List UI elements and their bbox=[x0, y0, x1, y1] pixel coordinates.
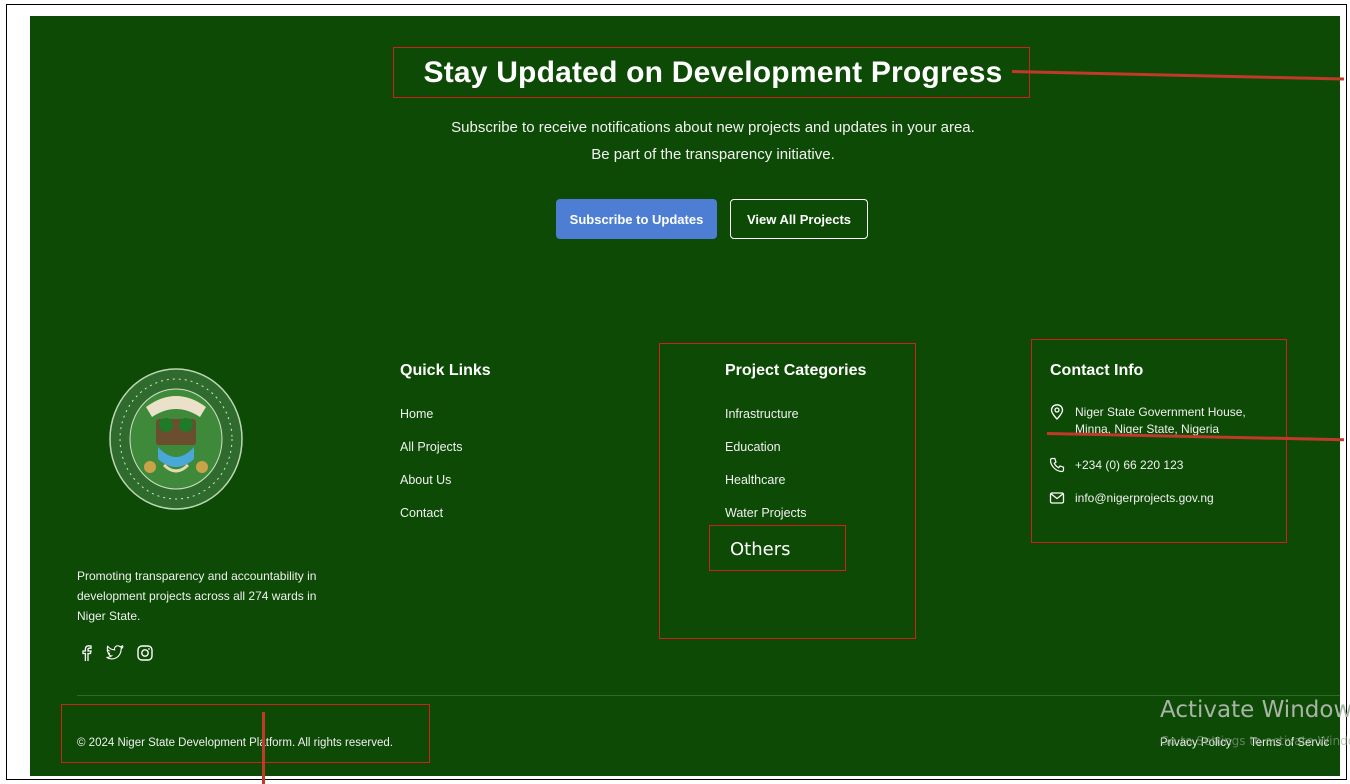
activate-windows-subtitle: Go to Settings to activate Windows. bbox=[1160, 734, 1350, 748]
facebook-icon[interactable] bbox=[78, 644, 96, 662]
hero-subtitle: Subscribe to receive notifications about… bbox=[300, 114, 1126, 168]
quick-links-title: Quick Links bbox=[400, 362, 491, 379]
quick-link-all-projects[interactable]: All Projects bbox=[400, 440, 463, 454]
activate-windows-watermark: Activate Windows bbox=[1160, 697, 1350, 723]
instagram-icon[interactable] bbox=[136, 644, 154, 662]
annotation-line-copyright bbox=[262, 712, 265, 784]
twitter-icon[interactable] bbox=[106, 644, 124, 662]
niger-state-seal-logo bbox=[109, 368, 243, 510]
quick-link-about-us[interactable]: About Us bbox=[400, 473, 451, 487]
view-all-projects-button[interactable]: View All Projects bbox=[730, 199, 868, 239]
subscribe-button[interactable]: Subscribe to Updates bbox=[556, 199, 717, 239]
about-description: Promoting transparency and accountabilit… bbox=[77, 569, 317, 623]
hero-subtitle-line2: Be part of the transparency initiative. bbox=[591, 146, 835, 163]
annotation-box-others bbox=[709, 525, 846, 571]
quick-link-home[interactable]: Home bbox=[400, 407, 433, 421]
annotation-box-title bbox=[393, 47, 1030, 98]
annotation-box-categories bbox=[659, 343, 916, 639]
annotation-box-copyright bbox=[61, 704, 430, 763]
footer-divider bbox=[77, 695, 1340, 696]
quick-link-contact[interactable]: Contact bbox=[400, 506, 443, 520]
hero-subtitle-line1: Subscribe to receive notifications about… bbox=[451, 119, 975, 136]
annotation-box-contact bbox=[1031, 339, 1287, 543]
